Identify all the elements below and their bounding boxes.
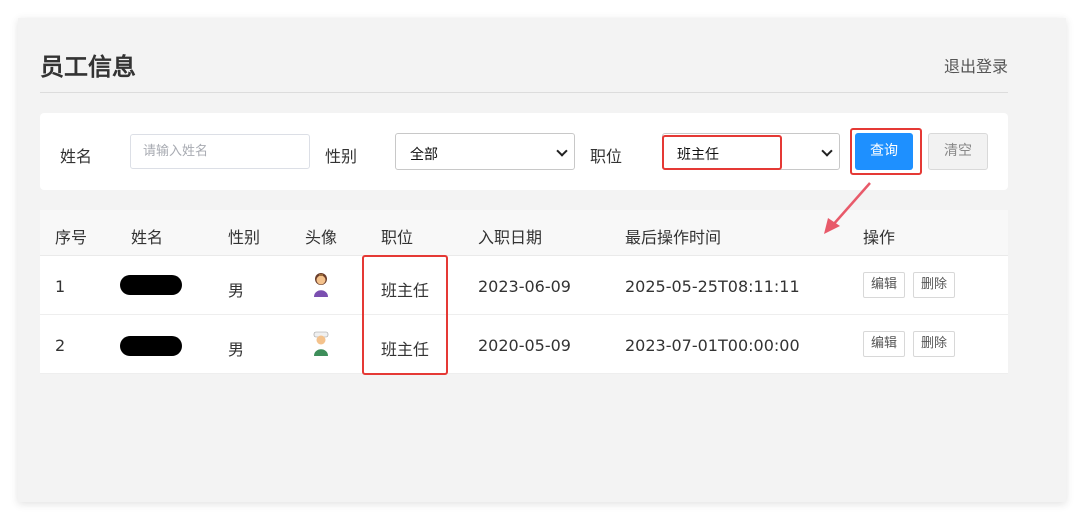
cell-position: 班主任 <box>381 281 430 300</box>
cell-gender: 男 <box>228 281 245 300</box>
column-header-position: 职位 <box>381 228 414 247</box>
column-header-index: 序号 <box>55 228 88 247</box>
page-title: 员工信息 <box>40 53 136 81</box>
column-header-name: 姓名 <box>131 228 164 247</box>
filter-bar: 姓名 性别 全部 职位 班主任 查询 清空 <box>40 113 1008 190</box>
delete-button[interactable]: 删除 <box>913 272 956 298</box>
position-select-value: 班主任 <box>677 147 719 163</box>
cell-gender: 男 <box>228 340 245 359</box>
chevron-down-icon <box>821 145 833 157</box>
cell-position: 班主任 <box>381 340 430 359</box>
column-header-actions: 操作 <box>863 228 896 247</box>
name-filter-label: 姓名 <box>60 147 93 166</box>
avatar-icon <box>313 331 329 356</box>
table-header: 序号 姓名 性别 头像 职位 入职日期 最后操作时间 操作 <box>40 210 1008 256</box>
chevron-down-icon <box>556 145 568 157</box>
redacted-name <box>120 275 182 295</box>
column-header-gender: 性别 <box>228 228 261 247</box>
cell-entry-date: 2023-06-09 <box>478 277 571 296</box>
redacted-name <box>120 336 182 356</box>
logout-link[interactable]: 退出登录 <box>944 53 1008 77</box>
cell-last-op-time: 2025-05-25T08:11:11 <box>625 277 800 296</box>
employee-table: 序号 姓名 性别 头像 职位 入职日期 最后操作时间 操作 1 男 班主任 20… <box>40 210 1008 374</box>
cell-index: 1 <box>55 277 66 296</box>
cell-index: 2 <box>55 336 66 355</box>
table-row: 2 男 班主任 2020-05-09 2023-07-01T00:00:00 编… <box>40 315 1008 374</box>
gender-select-value: 全部 <box>410 147 438 163</box>
avatar-icon <box>314 273 328 297</box>
column-header-entry-date: 入职日期 <box>478 228 543 247</box>
clear-button[interactable]: 清空 <box>928 133 988 170</box>
position-select[interactable]: 班主任 <box>662 133 840 170</box>
page-header: 员工信息 退出登录 <box>40 18 1008 93</box>
table-row: 1 男 班主任 2023-06-09 2025-05-25T08:11:11 编… <box>40 256 1008 315</box>
column-header-last-op-time: 最后操作时间 <box>625 228 722 247</box>
column-header-avatar: 头像 <box>305 228 338 247</box>
position-filter-label: 职位 <box>590 147 623 166</box>
query-button[interactable]: 查询 <box>855 133 913 170</box>
cell-last-op-time: 2023-07-01T00:00:00 <box>625 336 800 355</box>
gender-filter-label: 性别 <box>325 147 358 166</box>
cell-entry-date: 2020-05-09 <box>478 336 571 355</box>
name-search-input[interactable] <box>130 134 310 169</box>
gender-select[interactable]: 全部 <box>395 133 575 170</box>
main-card: 员工信息 退出登录 姓名 性别 全部 职位 班主任 查询 清空 序号 姓名 性别… <box>18 18 1066 502</box>
edit-button[interactable]: 编辑 <box>863 331 906 357</box>
delete-button[interactable]: 删除 <box>913 331 956 357</box>
edit-button[interactable]: 编辑 <box>863 272 906 298</box>
